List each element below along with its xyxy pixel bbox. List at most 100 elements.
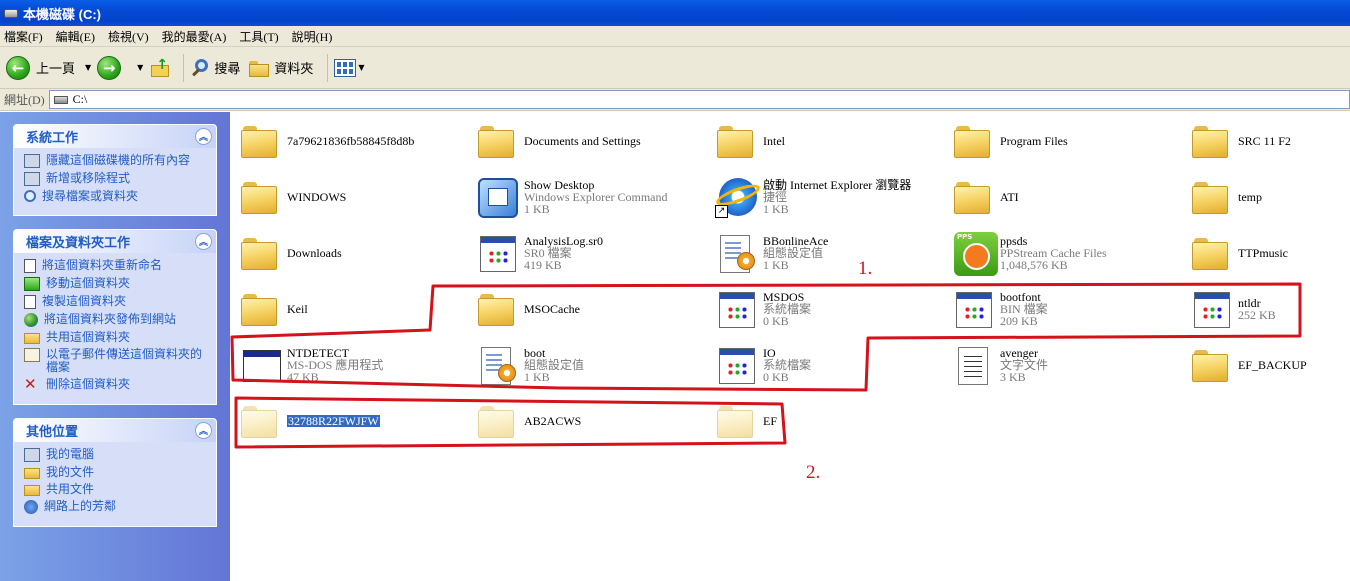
file-name: 7a79621836fb58845f8d8b <box>287 134 415 148</box>
file-item[interactable]: Documents and Settings <box>476 116 641 166</box>
task-hide-drive-contents[interactable]: 隱藏這個磁碟機的所有內容 <box>24 154 208 168</box>
file-item[interactable]: Program Files <box>952 116 1068 166</box>
menu-help[interactable]: 說明(H) <box>292 28 333 45</box>
task-publish-folder[interactable]: 將這個資料夾發佈到網站 <box>24 313 208 327</box>
file-meta: 32788R22FWJFW <box>287 415 380 427</box>
file-item[interactable]: Intel <box>715 116 785 166</box>
file-name: WINDOWS <box>287 190 347 204</box>
place-my-documents[interactable]: 我的文件 <box>24 466 208 479</box>
place-shared-documents[interactable]: 共用文件 <box>24 483 208 496</box>
address-input[interactable]: C:\ <box>48 90 1350 109</box>
views-dropdown-icon: ▼ <box>358 63 365 72</box>
file-name: ATI <box>1000 190 1019 204</box>
file-tasks-title: 檔案及資料夾工作 <box>26 235 131 250</box>
drive-icon <box>4 8 18 18</box>
file-item[interactable]: 7a79621836fb58845f8d8b <box>239 116 414 166</box>
file-item[interactable]: ATI <box>952 172 1019 222</box>
my-documents-icon <box>24 468 40 479</box>
shared-documents-icon <box>24 485 40 496</box>
collapse-chevron-icon[interactable]: ︽ <box>195 128 212 145</box>
file-meta: MSOCache <box>524 303 580 315</box>
collapse-chevron-icon[interactable]: ︽ <box>195 233 212 250</box>
file-size: 0 KB <box>763 314 789 328</box>
title-bar: 本機磁碟 (C:) <box>0 0 1350 26</box>
file-item[interactable]: NTDETECT MS-DOS 應用程式 47 KB <box>239 340 383 390</box>
file-item[interactable]: WINDOWS <box>239 172 346 222</box>
file-meta: IO 系統檔案 0 KB <box>763 347 811 383</box>
place-network[interactable]: 網路上的芳鄰 <box>24 500 208 514</box>
other-places-header[interactable]: 其他位置 ︽ <box>14 419 216 442</box>
file-item[interactable]: SRC 11 F2 <box>1190 116 1291 166</box>
file-item[interactable]: ↗ 啟動 Internet Explorer 瀏覽器 捷徑 1 KB <box>713 172 911 222</box>
file-item[interactable]: Show Desktop Windows Explorer Command 1 KB <box>476 172 668 222</box>
task-add-remove-programs[interactable]: 新增或移除程式 <box>24 172 208 186</box>
system-tasks-panel: 系統工作 ︽ 隱藏這個磁碟機的所有內容 新增或移除程式 搜尋檔案或資料夾 <box>13 124 217 216</box>
dos-app-icon <box>239 344 281 386</box>
search-icon <box>190 58 210 78</box>
file-item[interactable]: AB2ACWS <box>476 396 581 446</box>
file-item[interactable]: Keil <box>239 284 308 334</box>
file-meta: Show Desktop Windows Explorer Command 1 KB <box>524 179 668 215</box>
show-desktop-icon <box>476 176 518 218</box>
file-item[interactable]: AnalysisLog.sr0 SR0 檔案 419 KB <box>476 228 603 278</box>
file-size: 419 KB <box>524 258 562 272</box>
file-tasks-header[interactable]: 檔案及資料夾工作 ︽ <box>14 230 216 253</box>
file-name: 32788R22FWJFW <box>287 414 380 428</box>
collapse-chevron-icon[interactable]: ︽ <box>195 422 212 439</box>
file-item[interactable]: Downloads <box>239 228 342 278</box>
address-bar: 網址(D) C:\ <box>0 89 1350 111</box>
file-meta: Program Files <box>1000 135 1068 147</box>
file-item[interactable]: PPS ppsds PPStream Cache Files 1,048,576 KB <box>952 228 1107 278</box>
file-name: Intel <box>763 134 785 148</box>
folder-icon <box>1190 176 1232 218</box>
menu-favorites[interactable]: 我的最愛(A) <box>162 28 227 45</box>
task-rename-folder[interactable]: 將這個資料夾重新命名 <box>24 259 208 273</box>
forward-dropdown-icon[interactable]: ▼ <box>137 63 143 72</box>
search-button[interactable]: 搜尋 <box>190 58 240 78</box>
menu-file[interactable]: 檔案(F) <box>4 28 43 45</box>
folder-icon <box>1190 232 1232 274</box>
file-item[interactable]: bootfont BIN 檔案 209 KB <box>952 284 1048 334</box>
file-item[interactable]: MSDOS 系統檔案 0 KB <box>715 284 811 334</box>
back-arrow-icon: ← <box>6 55 30 80</box>
task-delete-folder[interactable]: ✕ 刪除這個資料夾 <box>24 377 208 392</box>
folder-icon <box>952 176 994 218</box>
back-label: 上一頁 <box>36 61 76 76</box>
file-size: 0 KB <box>763 370 789 384</box>
folder-icon <box>239 176 281 218</box>
place-my-computer[interactable]: 我的電腦 <box>24 448 208 462</box>
system-tasks-header[interactable]: 系統工作 ︽ <box>14 125 216 148</box>
task-move-folder[interactable]: 移動這個資料夾 <box>24 277 208 291</box>
task-email-folder[interactable]: 以電子郵件傳送這個資料夾的檔案 <box>24 348 208 374</box>
views-button[interactable]: ▼ <box>334 58 370 77</box>
file-item[interactable]: temp <box>1190 172 1262 222</box>
file-item[interactable]: ntldr 252 KB <box>1190 284 1276 334</box>
task-share-folder[interactable]: 共用這個資料夾 <box>24 331 208 344</box>
address-value: C:\ <box>72 92 88 106</box>
file-item[interactable]: MSOCache <box>476 284 580 334</box>
folder-icon <box>476 120 518 162</box>
up-folder-icon[interactable]: ↑ <box>149 57 171 79</box>
back-button[interactable]: ← 上一頁 <box>6 55 76 80</box>
forward-button[interactable]: → <box>97 55 127 80</box>
file-item[interactable]: 32788R22FWJFW <box>239 396 380 446</box>
file-meta: AB2ACWS <box>524 415 581 427</box>
file-item[interactable]: EF <box>715 396 777 446</box>
back-dropdown-icon[interactable]: ▼ <box>85 63 91 72</box>
menu-edit[interactable]: 編輯(E) <box>56 28 95 45</box>
menu-view[interactable]: 檢視(V) <box>108 28 149 45</box>
network-icon <box>24 500 38 514</box>
file-item[interactable]: IO 系統檔案 0 KB <box>715 340 811 390</box>
file-size: 1 KB <box>763 258 789 272</box>
file-item[interactable]: avenger 文字文件 3 KB <box>952 340 1048 390</box>
file-list: 7a79621836fb58845f8d8b Documents and Sett… <box>231 112 1350 581</box>
file-item[interactable]: TTPmusic <box>1190 228 1288 278</box>
folders-button[interactable]: 資料夾 <box>248 58 313 77</box>
task-search-files[interactable]: 搜尋檔案或資料夾 <box>24 190 208 203</box>
file-item[interactable]: EF_BACKUP <box>1190 340 1307 390</box>
file-item[interactable]: BBonlineAce 組態設定值 1 KB <box>715 228 828 278</box>
file-meta: 啟動 Internet Explorer 瀏覽器 捷徑 1 KB <box>763 179 911 215</box>
file-item[interactable]: boot 組態設定值 1 KB <box>476 340 584 390</box>
menu-tools[interactable]: 工具(T) <box>239 28 278 45</box>
task-copy-folder[interactable]: 複製這個資料夾 <box>24 295 208 309</box>
